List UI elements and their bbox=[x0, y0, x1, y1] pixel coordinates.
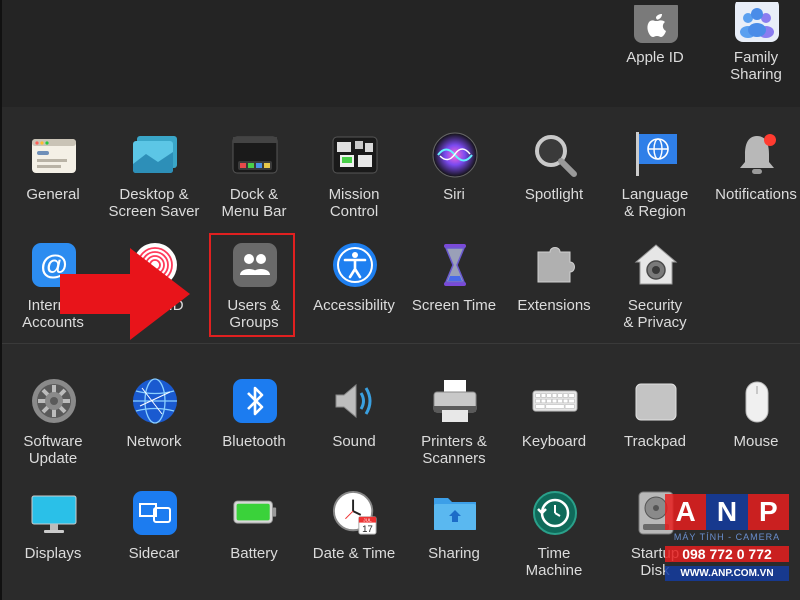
bell-icon bbox=[734, 132, 780, 178]
mouse-icon bbox=[734, 378, 780, 424]
siri-icon bbox=[432, 132, 478, 178]
accessibility-icon bbox=[332, 242, 378, 288]
pane-label: Printers & Scanners bbox=[421, 433, 487, 467]
pane-label: Accessibility bbox=[313, 297, 395, 314]
dock-icon bbox=[232, 132, 278, 178]
pane-label: Keyboard bbox=[521, 433, 587, 450]
printer-icon bbox=[432, 378, 478, 424]
pointer-arrow-icon bbox=[60, 248, 190, 340]
anp-logo: A N P bbox=[665, 494, 789, 530]
pane-label: Siri bbox=[443, 186, 465, 203]
pane-label: Security & Privacy bbox=[623, 297, 687, 331]
battery-icon bbox=[232, 490, 278, 536]
pane-label: Trackpad bbox=[624, 433, 686, 450]
logo-letter: A bbox=[665, 494, 707, 530]
pane-label: Desktop & Screen Saver bbox=[108, 186, 200, 220]
pane-label: Mouse bbox=[733, 433, 779, 450]
sidecar-icon bbox=[132, 490, 178, 536]
display-icon bbox=[31, 490, 77, 536]
desktop-icon bbox=[132, 132, 178, 178]
pane-label: Date & Time bbox=[312, 545, 396, 562]
calendar-day: 17 bbox=[362, 524, 373, 535]
puzzle-icon bbox=[532, 242, 578, 288]
pane-label: Spotlight bbox=[524, 186, 584, 203]
pane-label: Dock & Menu Bar bbox=[221, 186, 287, 220]
clock-icon: JUL 17 bbox=[332, 490, 378, 536]
magnifier-icon bbox=[532, 132, 578, 178]
mission-control-icon bbox=[332, 132, 378, 178]
pane-label: Bluetooth bbox=[222, 433, 286, 450]
pane-label: Sharing bbox=[428, 545, 480, 562]
globe-icon bbox=[132, 378, 178, 424]
pane-label: Language & Region bbox=[621, 186, 689, 220]
trackpad-icon bbox=[633, 378, 679, 424]
watermark-phone: 098 772 0 772 bbox=[665, 546, 789, 562]
pane-label: Displays bbox=[24, 545, 82, 562]
anp-watermark: A N P MÁY TÍNH - CAMERA 098 772 0 772 WW… bbox=[665, 494, 789, 590]
pane-label: Screen Time bbox=[411, 297, 497, 314]
pane-label: Sidecar bbox=[128, 545, 180, 562]
family-icon bbox=[734, 0, 780, 46]
time-machine-icon bbox=[532, 490, 578, 536]
general-icon bbox=[31, 132, 77, 178]
pane-label: Extensions bbox=[517, 297, 591, 314]
gear-icon bbox=[31, 378, 77, 424]
hourglass-icon bbox=[432, 242, 478, 288]
logo-letter: P bbox=[747, 494, 789, 530]
flag-globe-icon bbox=[633, 130, 679, 176]
pane-label: Sound bbox=[332, 433, 376, 450]
calendar-month: JUL bbox=[363, 518, 372, 524]
pane-label: General bbox=[26, 186, 80, 203]
pane-label: Apple ID bbox=[626, 49, 684, 66]
logo-letter: N bbox=[706, 494, 748, 530]
users-groups-highlight-box bbox=[209, 233, 295, 337]
pane-label: Battery bbox=[230, 545, 278, 562]
pane-label: Mission Control bbox=[328, 186, 380, 220]
apple-icon bbox=[633, 2, 679, 48]
pane-label: Notifications bbox=[715, 186, 797, 203]
watermark-subtitle: MÁY TÍNH - CAMERA bbox=[673, 532, 781, 542]
house-lock-icon bbox=[633, 242, 679, 288]
watermark-website: WWW.ANP.COM.VN bbox=[665, 566, 789, 581]
pane-label: Network bbox=[126, 433, 182, 450]
keyboard-icon bbox=[532, 378, 578, 424]
pane-label: Software Update bbox=[23, 433, 83, 467]
folder-icon bbox=[432, 490, 478, 536]
speaker-icon bbox=[332, 378, 378, 424]
bluetooth-icon bbox=[232, 378, 278, 424]
system-preferences-window: Apple ID Family Sharing General Desktop … bbox=[0, 0, 800, 600]
pane-label: Time Machine bbox=[525, 545, 583, 579]
pane-label: Family Sharing bbox=[730, 49, 782, 83]
